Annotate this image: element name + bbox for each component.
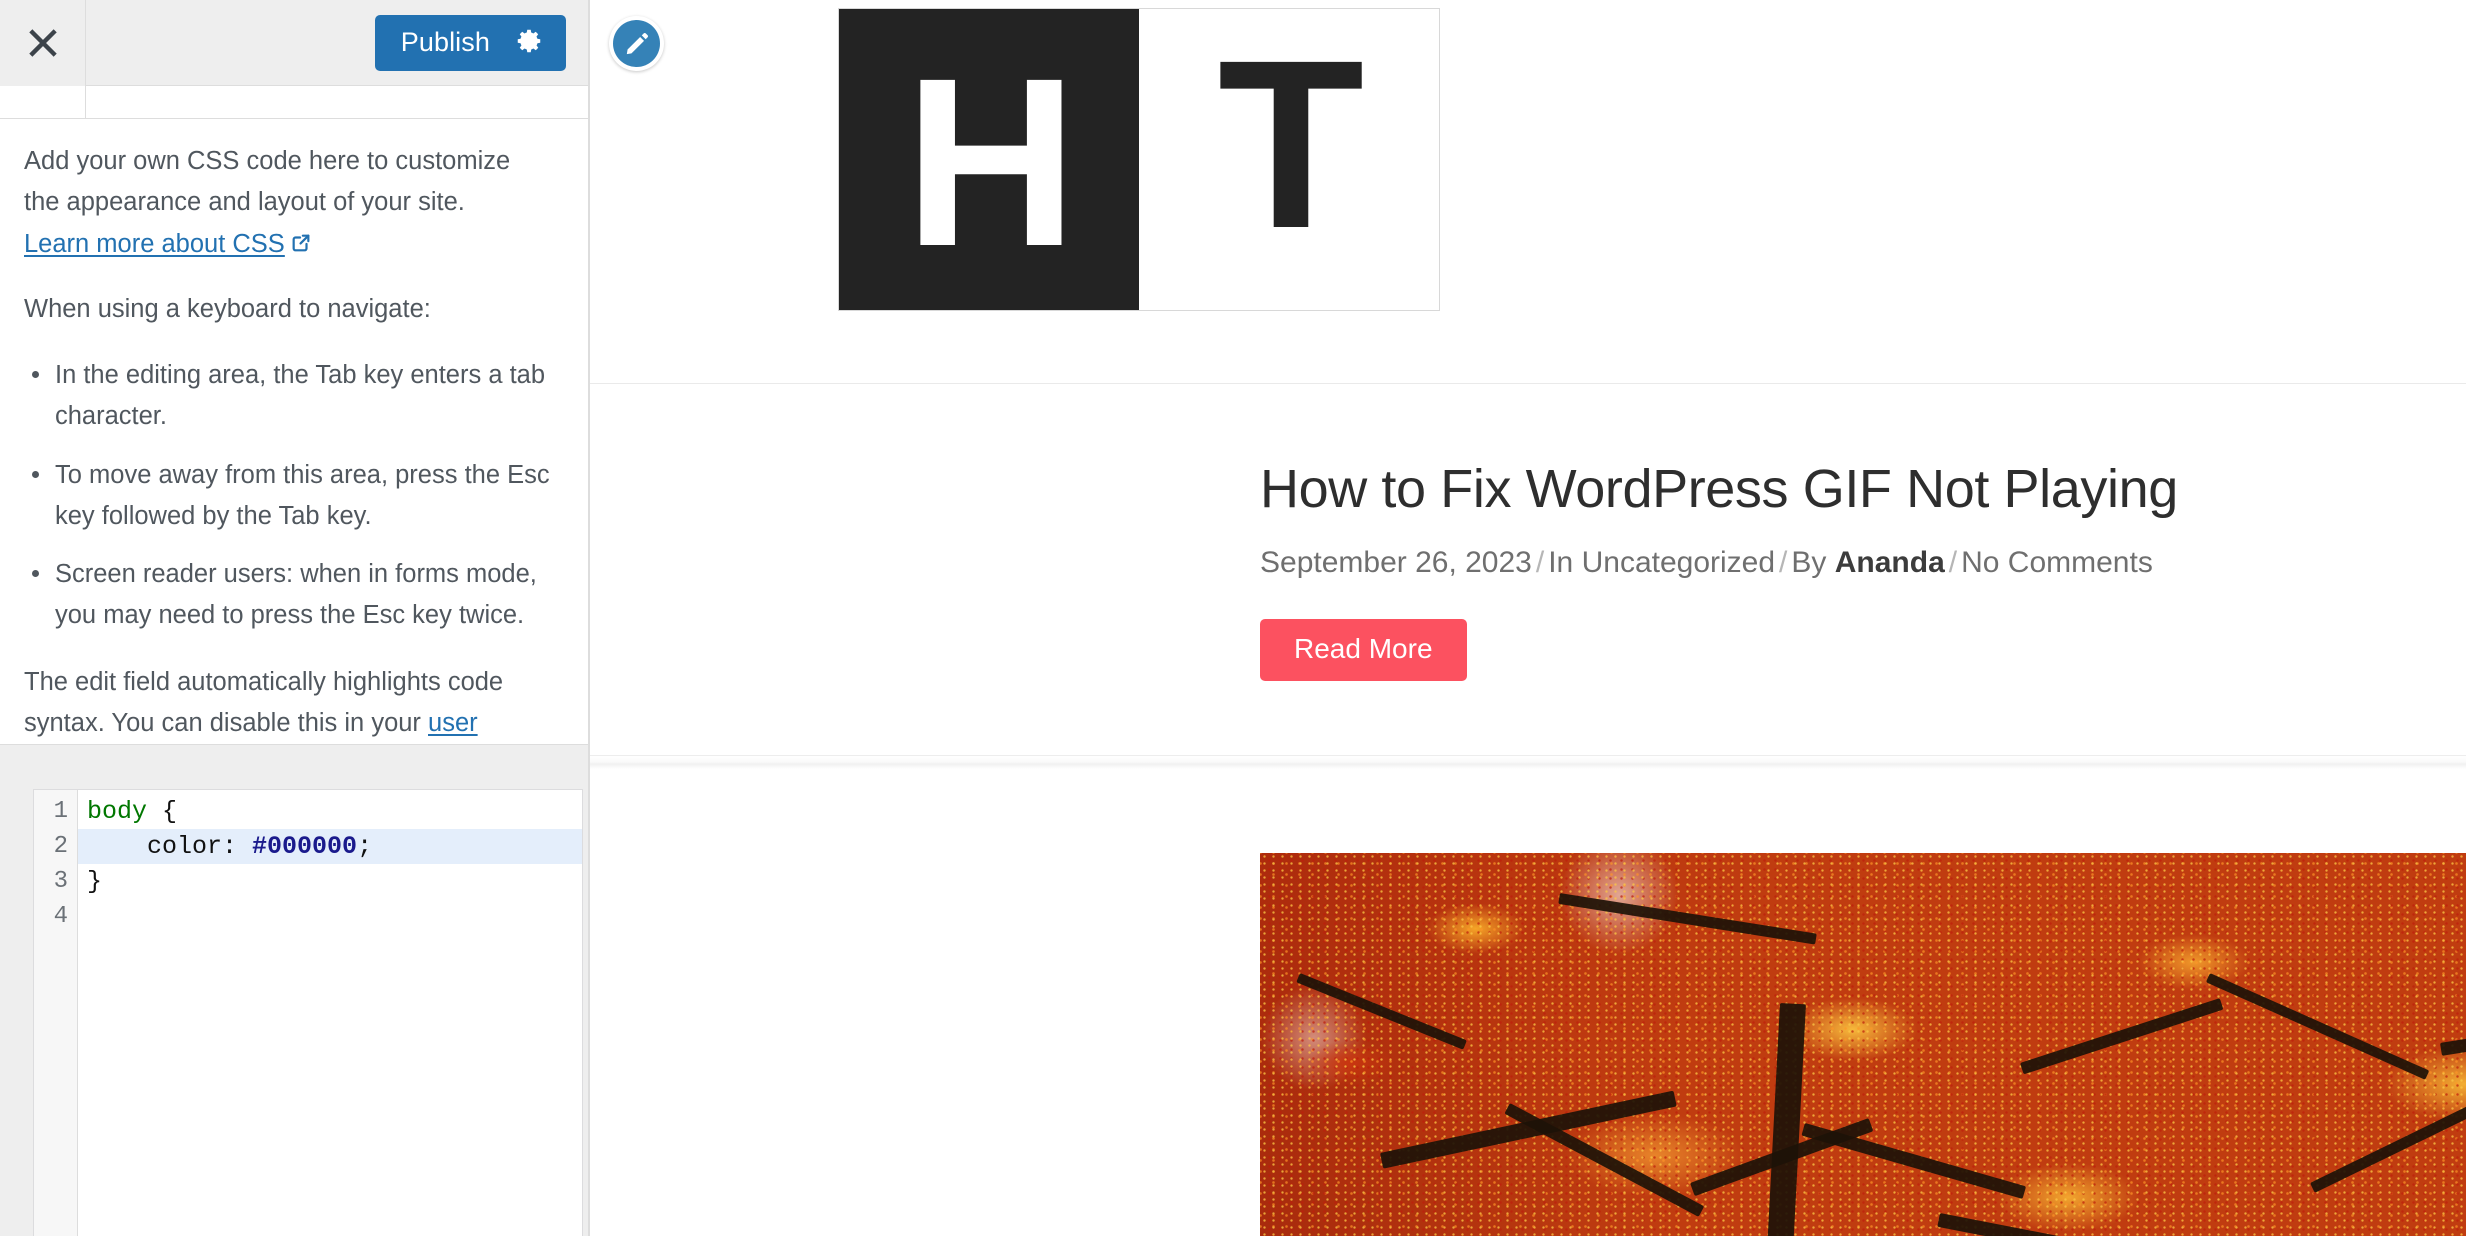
site-logo-letter-h: H (904, 28, 1077, 297)
list-item: To move away from this area, press the E… (24, 455, 552, 537)
pencil-edit-icon (613, 20, 660, 67)
editor-top-strip (0, 745, 588, 789)
css-selector-token: body (87, 797, 148, 826)
learn-more-css-label: Learn more about CSS (24, 229, 285, 258)
learn-more-css-link[interactable]: Learn more about CSS (24, 230, 285, 258)
css-help-panel: Add your own CSS code here to customize … (0, 119, 588, 744)
line-number: 4 (53, 903, 68, 930)
customizer-subbar (0, 86, 588, 119)
edit-shortcut-button[interactable] (609, 16, 664, 71)
publish-actions: Publish (374, 14, 566, 71)
css-editor-shell: 1 2 3 4 body { color: #000000; } (0, 744, 588, 1236)
post-meta: September 26, 2023/In Uncategorized / By A… (1260, 545, 2466, 581)
css-color-value-token: #000000 (252, 832, 358, 861)
post-date: September 26, 2023 (1260, 546, 1532, 580)
site-logo-letter-t: T (1217, 10, 1365, 278)
css-help-text: Add your own CSS code here to customize … (24, 141, 552, 744)
post-title[interactable]: How to Fix WordPress GIF Not Playing (1260, 458, 2466, 520)
customizer-screen: Publish Add your own CSS code here to cu… (0, 0, 2466, 1236)
subbar-left-cell (0, 86, 86, 118)
code-line-active[interactable]: color: #000000; (78, 829, 582, 864)
keyboard-heading-paragraph: When using a keyboard to navigate: (24, 294, 431, 323)
list-item: Screen reader users: when in forms mode,… (24, 554, 552, 636)
post-divider (590, 755, 2466, 770)
external-link-icon (290, 226, 312, 267)
css-code-editor[interactable]: 1 2 3 4 body { color: #000000; } (33, 789, 583, 1236)
code-line-content: body { (78, 794, 177, 829)
subbar-right-cell (86, 86, 588, 118)
post-author[interactable]: Ananda (1835, 546, 1945, 579)
autumn-foliage-leaf-texture (1260, 853, 2466, 1236)
code-line-content: } (78, 864, 102, 899)
close-icon (26, 26, 60, 60)
editor-line-number-gutter: 1 2 3 4 (34, 790, 78, 1236)
publish-button[interactable]: Publish (374, 14, 566, 71)
post-category[interactable]: Uncategorized (1582, 546, 1775, 579)
meta-separator: / (1948, 546, 1958, 580)
css-brace-token: { (147, 797, 178, 826)
gear-icon[interactable] (514, 26, 544, 59)
css-brace-token: } (87, 867, 103, 896)
featured-image-wrapper (590, 769, 2466, 1236)
code-line[interactable] (78, 899, 582, 934)
publish-button-label: Publish (400, 27, 490, 57)
keyboard-tips-list: In the editing area, the Tab key enters … (24, 355, 552, 636)
code-line[interactable]: } (78, 864, 582, 899)
site-logo-left-block: H (839, 9, 1139, 310)
css-property-token: color: (87, 832, 253, 861)
editor-code-area[interactable]: body { color: #000000; } (78, 790, 582, 1236)
line-number: 3 (53, 868, 68, 895)
post-summary: How to Fix WordPress GIF Not Playing Sep… (590, 384, 2466, 682)
site-logo-right-block: T (1139, 9, 1439, 310)
help-intro-text: Add your own CSS code here to customize … (24, 147, 511, 217)
read-more-button[interactable]: Read More (1260, 619, 1467, 682)
code-line[interactable]: body { (78, 794, 582, 829)
code-line-content (78, 899, 87, 934)
customizer-header: Publish (0, 0, 588, 86)
close-customizer-button[interactable] (0, 0, 86, 86)
site-header: H T (590, 0, 2466, 311)
post-block-gap (590, 681, 2466, 756)
css-semicolon-token: ; (357, 832, 373, 861)
site-preview-pane[interactable]: H T How to Fix WordPress GIF Not Playing… (590, 0, 2466, 1236)
post-author-prefix: By (1791, 546, 1827, 580)
help-intro-paragraph: Add your own CSS code here to customize … (24, 141, 552, 267)
line-number: 2 (53, 833, 68, 860)
customizer-sidebar: Publish Add your own CSS code here to cu… (0, 0, 590, 1236)
code-line-content: color: #000000; (78, 829, 372, 864)
line-number: 1 (53, 798, 68, 825)
meta-separator: / (1779, 546, 1788, 580)
post-comments-count[interactable]: No Comments (1961, 546, 2153, 579)
post-category-prefix: In (1548, 546, 1574, 580)
syntax-help-paragraph: The edit field automatically highlights … (24, 662, 552, 744)
meta-separator: / (1535, 546, 1545, 580)
featured-image[interactable] (1260, 853, 2466, 1236)
site-logo[interactable]: H T (838, 8, 1440, 311)
list-item: In the editing area, the Tab key enters … (24, 355, 552, 437)
